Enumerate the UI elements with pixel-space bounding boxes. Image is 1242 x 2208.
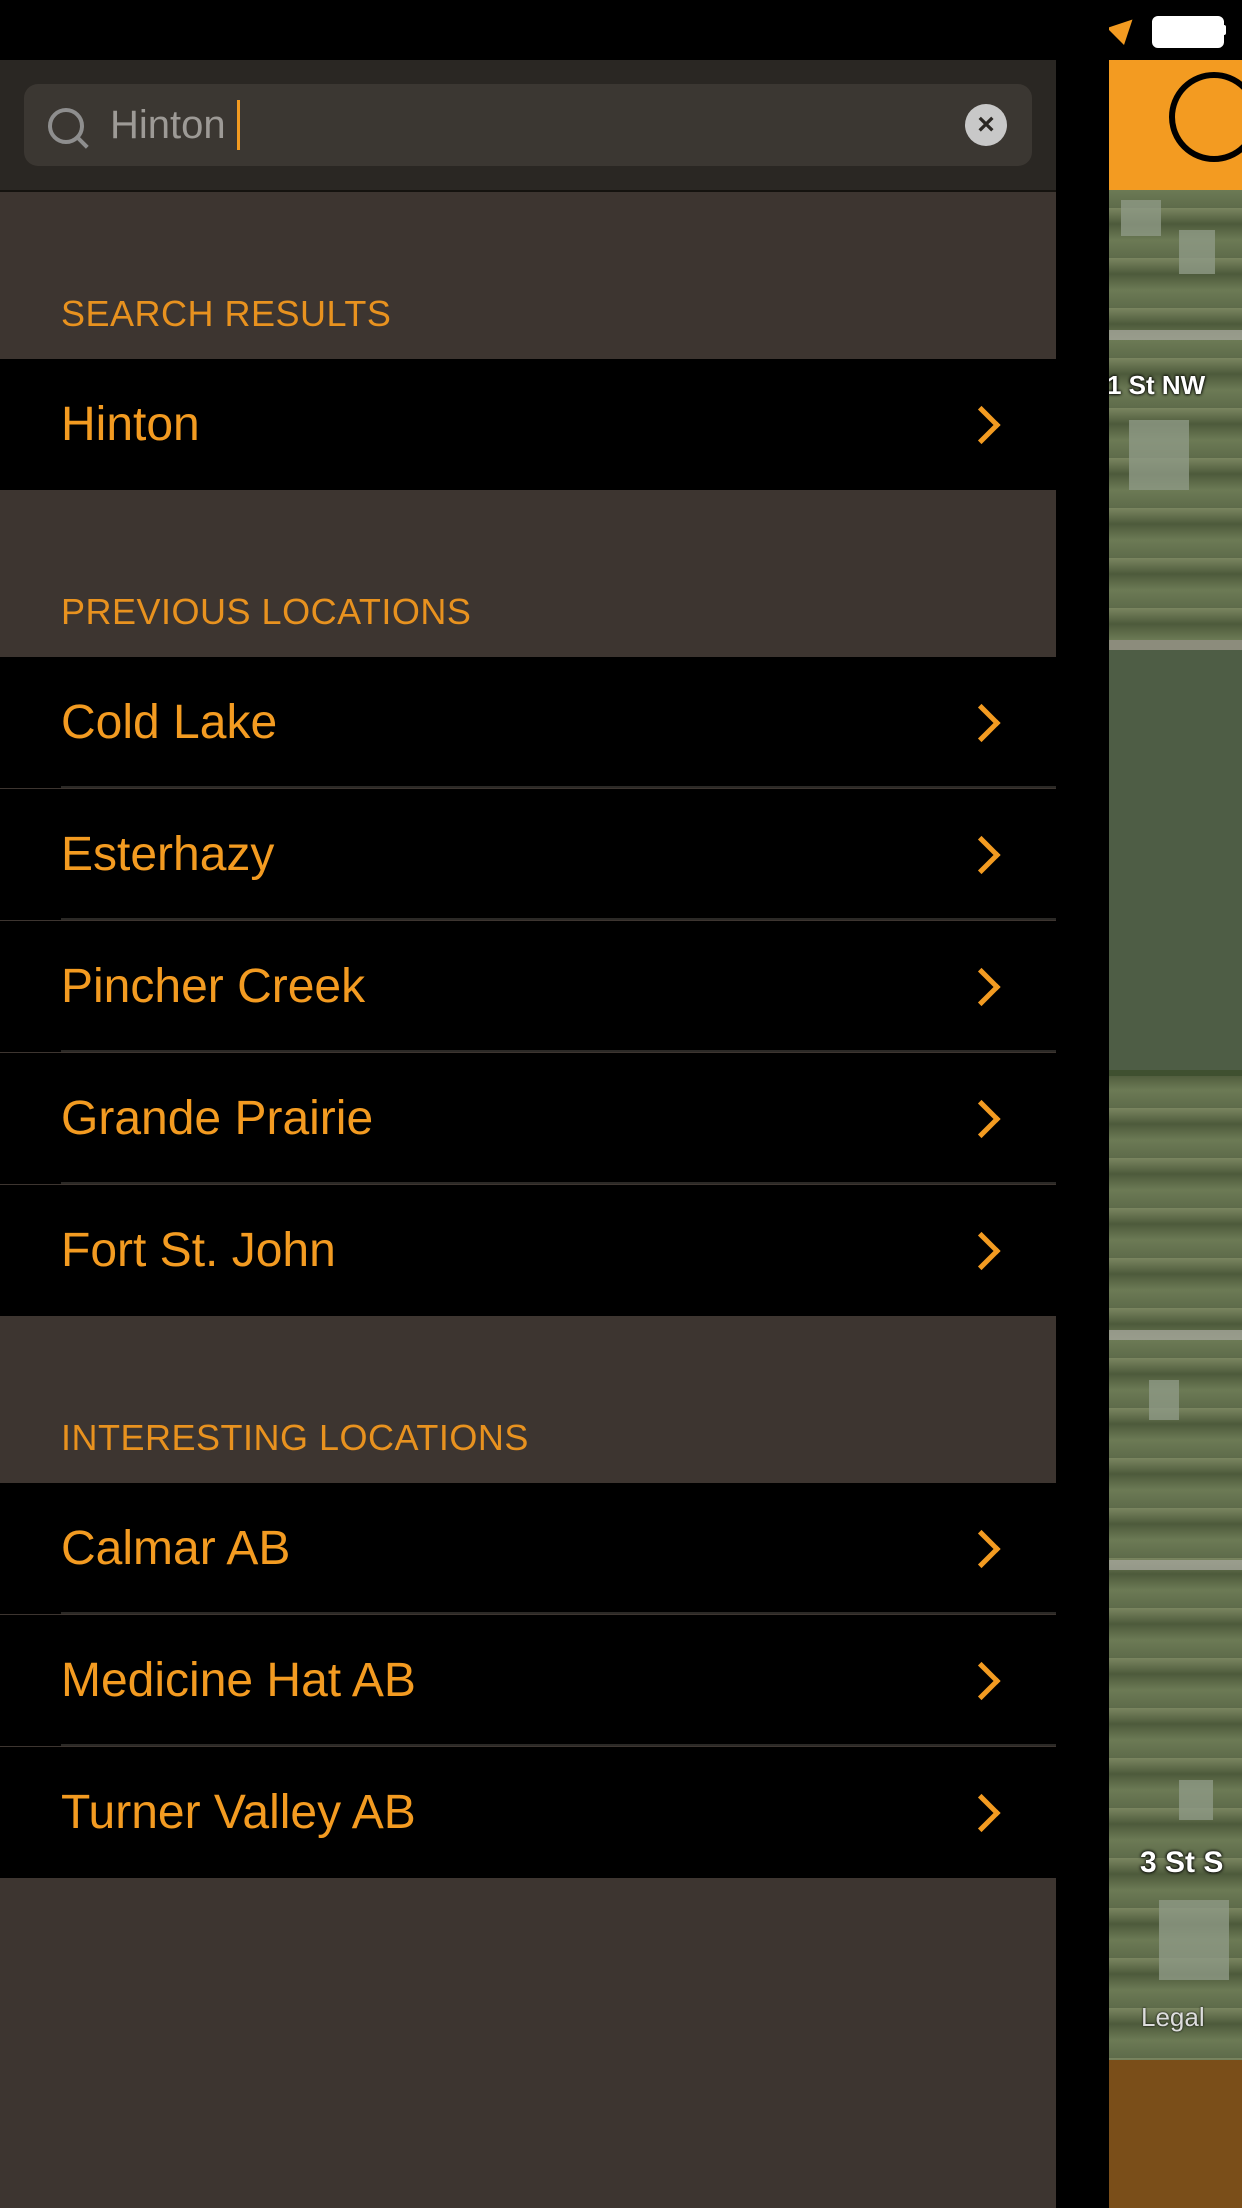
divider (61, 918, 1056, 920)
divider (61, 786, 1056, 788)
drawer-shadow-gap (1056, 0, 1109, 2208)
map-street-label: 3 St S (1140, 1846, 1224, 1879)
list-item-label: Medicine Hat AB (61, 1654, 416, 1707)
river (1109, 640, 1242, 1076)
status-bar (0, 0, 1056, 60)
section-header-search-results: SEARCH RESULTS (0, 192, 1056, 359)
list-item[interactable]: Calmar AB (0, 1483, 1056, 1614)
list-item[interactable]: Cold Lake (0, 657, 1056, 788)
map-legal-link[interactable]: Legal (1141, 2002, 1205, 2033)
section-title: PREVIOUS LOCATIONS (61, 591, 472, 632)
list-item-label: Hinton (61, 398, 200, 451)
section-title: INTERESTING LOCATIONS (61, 1417, 529, 1458)
chevron-right-icon (962, 1661, 1001, 1700)
battery-tip (1222, 25, 1226, 35)
chevron-right-icon (962, 967, 1001, 1006)
close-icon: × (977, 108, 995, 141)
chevron-right-icon (962, 405, 1001, 444)
divider (61, 1744, 1056, 1746)
divider (61, 1612, 1056, 1614)
list-item[interactable]: Medicine Hat AB (0, 1615, 1056, 1746)
divider (61, 1182, 1056, 1184)
divider (61, 1050, 1056, 1052)
chevron-right-icon (962, 703, 1001, 742)
list-item[interactable]: Pincher Creek (0, 921, 1056, 1052)
location-drawer: × SEARCH RESULTS Hinton PREVIOUS LOCATIO… (0, 0, 1056, 2208)
list-item-label: Grande Prairie (61, 1092, 374, 1145)
section-title: SEARCH RESULTS (61, 293, 392, 334)
list-item-label: Cold Lake (61, 696, 278, 749)
chevron-right-icon (962, 1793, 1001, 1832)
list-item[interactable]: Grande Prairie (0, 1053, 1056, 1184)
list-item-label: Turner Valley AB (61, 1786, 416, 1839)
battery-icon (1152, 16, 1224, 48)
text-caret (237, 100, 240, 150)
list-item-label: Pincher Creek (61, 960, 366, 1013)
chevron-right-icon (962, 1529, 1001, 1568)
chevron-right-icon (962, 835, 1001, 874)
section-header-previous-locations: PREVIOUS LOCATIONS (0, 490, 1056, 657)
list-item-label: Fort St. John (61, 1224, 336, 1277)
clear-search-button[interactable]: × (965, 104, 1007, 146)
list-item[interactable]: Turner Valley AB (0, 1747, 1056, 1878)
search-input[interactable] (110, 95, 930, 155)
section-header-interesting-locations: INTERESTING LOCATIONS (0, 1316, 1056, 1483)
list-item-label: Esterhazy (61, 828, 275, 881)
map-search-icon[interactable] (1169, 72, 1242, 162)
list-item-label: Calmar AB (61, 1522, 291, 1575)
chevron-right-icon (962, 1099, 1001, 1138)
map-bottom-bar (1109, 2060, 1242, 2208)
list-item[interactable]: Fort St. John (0, 1185, 1056, 1316)
list-item[interactable]: Esterhazy (0, 789, 1056, 920)
chevron-right-icon (962, 1231, 1001, 1270)
map-street-label: 1 St NW (1107, 370, 1206, 400)
list-item[interactable]: Hinton (0, 359, 1056, 490)
